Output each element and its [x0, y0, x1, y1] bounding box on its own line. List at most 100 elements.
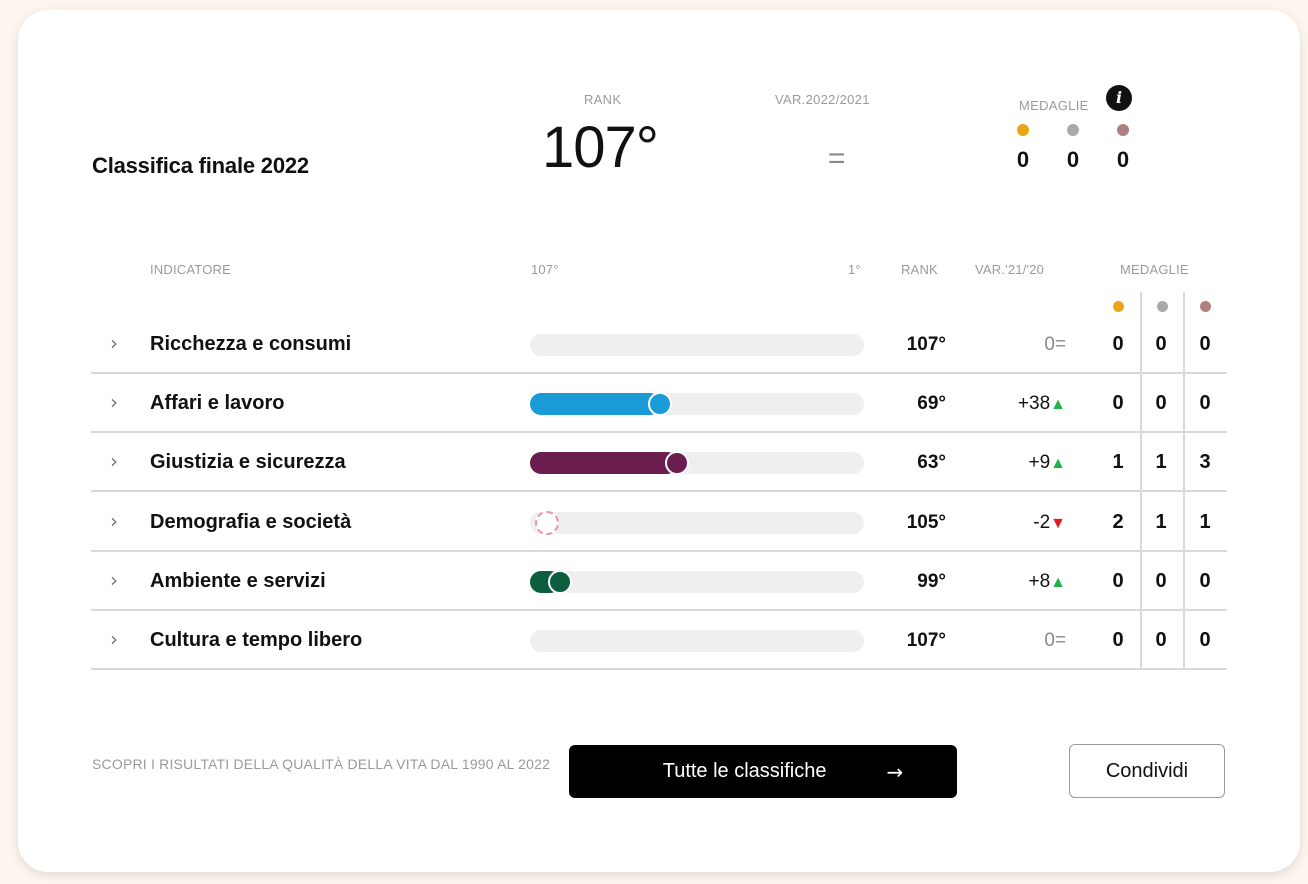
rank-progress-bar	[530, 451, 864, 475]
row-variation: +38▲	[976, 393, 1066, 415]
chevron-right-icon[interactable]: ›	[110, 509, 118, 533]
share-button[interactable]: Condividi	[1069, 744, 1225, 798]
bronze-medal-icon	[1200, 301, 1211, 312]
arrow-up-icon: ▲	[1050, 396, 1066, 413]
row-rank: 107°	[906, 630, 946, 651]
equal-icon: =	[1054, 630, 1066, 651]
rank-progress-bar	[530, 630, 864, 652]
rank-progress-bar	[530, 511, 864, 535]
row-variation: +8▲	[976, 571, 1066, 593]
medals-label: MEDAGLIE	[1019, 98, 1089, 113]
bronze-medal-icon	[1117, 124, 1129, 136]
row-divider	[91, 609, 1227, 611]
indicator-name: Cultura e tempo libero	[150, 629, 363, 651]
indicator-name: Ambiente e servizi	[150, 570, 326, 592]
bronze-medal-count: 0	[1116, 147, 1130, 172]
row-rank: 63°	[917, 452, 946, 473]
row-divider	[91, 431, 1227, 433]
progress-knob	[534, 511, 559, 535]
progress-fill	[530, 393, 662, 415]
bronze-medal-count: 1	[1199, 511, 1211, 533]
chevron-right-icon[interactable]: ›	[110, 331, 118, 355]
variation-number: 0	[1044, 334, 1055, 355]
row-variation: 0=	[976, 334, 1066, 356]
column-medals: MEDAGLIE	[1120, 262, 1189, 277]
row-variation: +9▲	[976, 452, 1066, 474]
silver-medal-count: 0	[1155, 333, 1167, 355]
gold-medal-count: 0	[1112, 333, 1124, 355]
rank-value: 107°	[542, 115, 659, 180]
scale-min-label: 107°	[531, 262, 559, 277]
indicator-name: Demografia e società	[150, 511, 352, 533]
bronze-medal-count: 0	[1199, 570, 1211, 592]
rank-label: RANK	[584, 92, 622, 107]
silver-medal-count: 1	[1155, 451, 1167, 473]
variation-number: +9	[1028, 452, 1051, 473]
variation-value: =	[828, 142, 846, 175]
scale-max-label: 1°	[848, 262, 861, 277]
info-icon[interactable]: i	[1106, 85, 1132, 111]
variation-label: VAR.2022/2021	[775, 92, 870, 107]
chevron-right-icon[interactable]: ›	[110, 627, 118, 651]
chevron-right-icon[interactable]: ›	[110, 568, 118, 592]
bronze-medal-count: 3	[1199, 451, 1211, 473]
silver-medal-count: 0	[1155, 570, 1167, 592]
arrow-down-icon: ▼	[1050, 515, 1066, 532]
row-variation: 0=	[976, 630, 1066, 652]
column-variation: VAR.'21/'20	[975, 262, 1045, 277]
variation-number: +38	[1017, 393, 1051, 414]
gold-medal-count: 1	[1112, 451, 1124, 473]
bronze-medal-count: 0	[1199, 629, 1211, 651]
gold-medal-count: 0	[1112, 629, 1124, 651]
progress-knob	[548, 570, 573, 594]
silver-medal-count: 0	[1155, 392, 1167, 414]
ranking-card: Classifica finale 2022 RANK 107° VAR.202…	[18, 10, 1300, 872]
indicator-name: Ricchezza e consumi	[150, 333, 352, 355]
arrow-up-icon: ▲	[1050, 574, 1066, 591]
gold-medal-count: 0	[1112, 392, 1124, 414]
row-rank: 107°	[906, 334, 946, 355]
progress-knob	[648, 392, 673, 416]
row-rank: 69°	[917, 393, 946, 414]
gold-medal-count: 2	[1112, 511, 1124, 533]
arrow-right-icon: →	[886, 759, 904, 784]
row-rank: 105°	[906, 512, 946, 533]
page-title: Classifica finale 2022	[92, 153, 309, 178]
chevron-right-icon[interactable]: ›	[110, 449, 118, 473]
silver-medal-icon	[1067, 124, 1079, 136]
silver-medal-count: 1	[1155, 511, 1167, 533]
silver-medal-count: 0	[1066, 147, 1080, 172]
row-divider	[91, 550, 1227, 552]
gold-medal-count: 0	[1112, 570, 1124, 592]
bronze-medal-count: 0	[1199, 392, 1211, 414]
bronze-medal-count: 0	[1199, 333, 1211, 355]
variation-number: -2	[1033, 512, 1051, 533]
equal-icon: =	[1054, 334, 1066, 355]
row-divider	[91, 668, 1227, 670]
row-variation: -2▼	[976, 512, 1066, 534]
silver-medal-count: 0	[1155, 629, 1167, 651]
indicator-name: Giustizia e sicurezza	[150, 451, 346, 473]
rank-progress-bar	[530, 570, 864, 594]
indicator-name: Affari e lavoro	[150, 392, 285, 414]
arrow-up-icon: ▲	[1050, 455, 1066, 472]
gold-medal-icon	[1017, 124, 1029, 136]
gold-medal-count: 0	[1016, 147, 1030, 172]
progress-fill	[530, 452, 678, 474]
chevron-right-icon[interactable]: ›	[110, 390, 118, 414]
gold-medal-icon	[1113, 301, 1124, 312]
row-divider	[91, 372, 1227, 374]
row-rank: 99°	[917, 571, 946, 592]
column-indicator: INDICATORE	[150, 262, 231, 277]
rank-progress-bar	[530, 334, 864, 356]
rank-progress-bar	[530, 392, 864, 416]
variation-number: +8	[1028, 571, 1051, 592]
variation-number: 0	[1044, 630, 1055, 651]
all-rankings-label: Tutte le classifiche	[662, 760, 827, 782]
row-divider	[91, 490, 1227, 492]
silver-medal-icon	[1157, 301, 1168, 312]
all-rankings-button[interactable]: Tutte le classifiche →	[569, 745, 957, 798]
progress-knob	[664, 451, 689, 475]
footer-caption: SCOPRI I RISULTATI DELLA QUALITÀ DELLA V…	[92, 756, 551, 772]
column-rank: RANK	[901, 262, 938, 277]
